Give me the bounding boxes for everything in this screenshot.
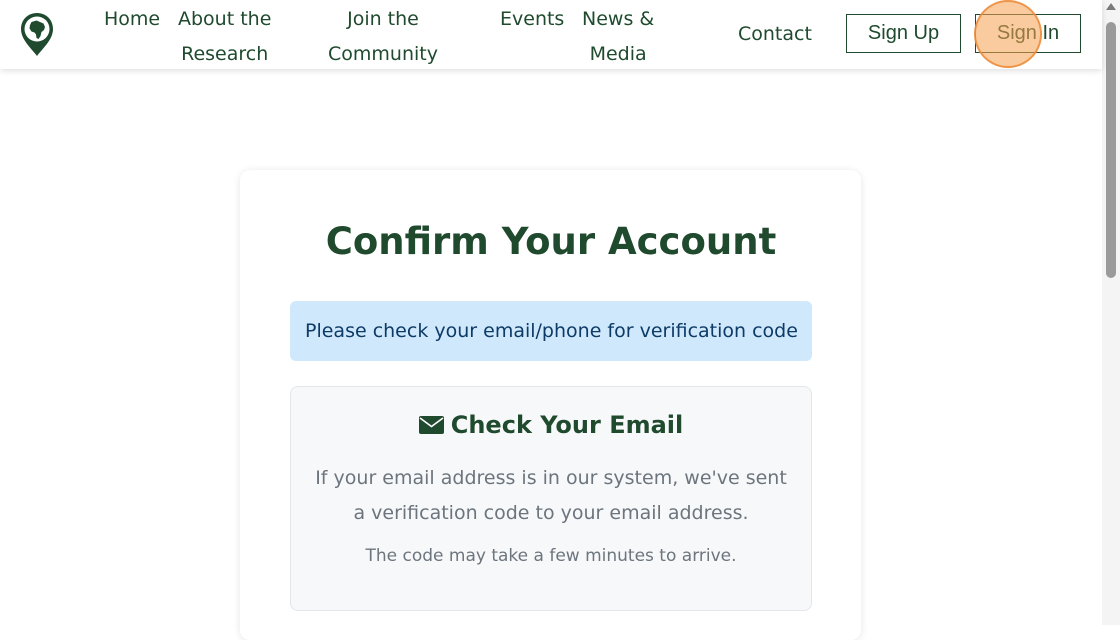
nav-contact-link[interactable]: Contact [738, 17, 812, 52]
page-title: Confirm Your Account [325, 220, 777, 263]
verification-alert: Please check your email/phone for verifi… [290, 301, 812, 361]
logo-africa-pin-icon[interactable] [19, 11, 55, 58]
check-email-heading: Check Your Email [291, 411, 811, 439]
nav-home-link[interactable]: Home [104, 2, 160, 37]
sign-in-button[interactable]: Sign In [975, 14, 1081, 53]
sign-up-button[interactable]: Sign Up [846, 14, 961, 53]
check-email-note: The code may take a few minutes to arriv… [365, 546, 737, 566]
envelope-icon [418, 416, 444, 434]
nav-about-research-link[interactable]: About the Research [178, 2, 271, 72]
scrollbar-thumb[interactable] [1106, 22, 1116, 278]
nav-join-community-link[interactable]: Join the Community [328, 2, 438, 72]
top-navbar: Home About the Research Join the Communi… [0, 0, 1102, 69]
page-scrollbar[interactable] [1102, 0, 1120, 625]
nav-news-media-link[interactable]: News & Media [582, 2, 654, 72]
check-email-body: If your email address is in our system, … [315, 467, 787, 524]
nav-events-link[interactable]: Events [500, 2, 564, 37]
check-email-panel: Check Your Email If your email address i… [290, 386, 812, 611]
scroll-up-arrow-icon[interactable] [1106, 3, 1116, 10]
check-email-heading-text: Check Your Email [450, 411, 684, 439]
